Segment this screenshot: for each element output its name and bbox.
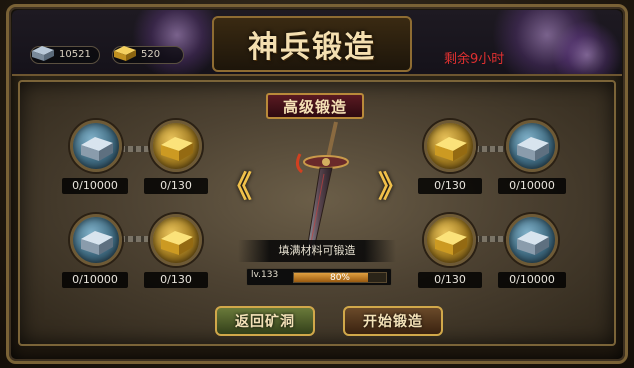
- chain-decoration: [474, 146, 508, 152]
- chain-decoration: [474, 236, 508, 242]
- silver-ingot-icon: [517, 137, 549, 161]
- silver-amount: 10521: [59, 49, 91, 60]
- level-progress-row: lv.133 80%: [246, 268, 392, 286]
- remaining-time: 剩余9小时: [444, 52, 505, 67]
- gold-ingot-icon: [435, 137, 467, 161]
- silver-material-slot[interactable]: [506, 214, 558, 266]
- fill-materials-hint: 填满材料可锻造: [238, 240, 396, 262]
- gold-ingot-icon: [435, 231, 467, 255]
- page-title: 神兵锻造: [248, 30, 376, 65]
- gold-material-slot[interactable]: [424, 214, 476, 266]
- gold-count: 0/130: [418, 272, 482, 288]
- start-forge-button[interactable]: 开始锻造: [343, 306, 443, 336]
- gold-material-slot[interactable]: [150, 214, 202, 266]
- silver-resource: 10521: [30, 46, 100, 64]
- gold-count: 0/130: [144, 272, 208, 288]
- gold-ingot-icon: [161, 231, 193, 255]
- back-to-mine-button[interactable]: 返回矿洞: [215, 306, 315, 336]
- silver-material-slot[interactable]: [70, 214, 122, 266]
- forge-progress-bar: 80%: [293, 272, 387, 283]
- silver-count: 0/10000: [62, 178, 128, 194]
- advanced-forge-banner: 高级锻造: [266, 93, 364, 119]
- gold-count: 0/130: [144, 178, 208, 194]
- silver-count: 0/10000: [498, 178, 566, 194]
- firework-effect: [552, 20, 622, 74]
- chain-decoration: [120, 236, 154, 242]
- gold-ingot-icon: [161, 137, 193, 161]
- chain-decoration: [120, 146, 154, 152]
- silver-ingot-icon: [32, 46, 54, 61]
- silver-count: 0/10000: [498, 272, 566, 288]
- gold-amount: 520: [141, 49, 161, 60]
- next-arrow[interactable]: 》: [378, 162, 408, 206]
- silver-ingot-icon: [517, 231, 549, 255]
- firework-effect: [132, 10, 222, 74]
- gold-count: 0/130: [418, 178, 482, 194]
- silver-ingot-icon: [81, 231, 113, 255]
- title-plate: 神兵锻造: [212, 16, 412, 72]
- gold-resource: 520: [112, 46, 184, 64]
- silver-ingot-icon: [81, 137, 113, 161]
- level-label: lv.133: [251, 270, 279, 280]
- advanced-forge-label: 高级锻造: [282, 97, 347, 116]
- silver-material-slot[interactable]: [70, 120, 122, 172]
- previous-arrow[interactable]: 《: [222, 162, 252, 206]
- silver-material-slot[interactable]: [506, 120, 558, 172]
- gold-material-slot[interactable]: [424, 120, 476, 172]
- forge-progress-text: 80%: [329, 273, 350, 283]
- silver-count: 0/10000: [62, 272, 128, 288]
- gold-material-slot[interactable]: [150, 120, 202, 172]
- gold-ingot-icon: [114, 46, 136, 61]
